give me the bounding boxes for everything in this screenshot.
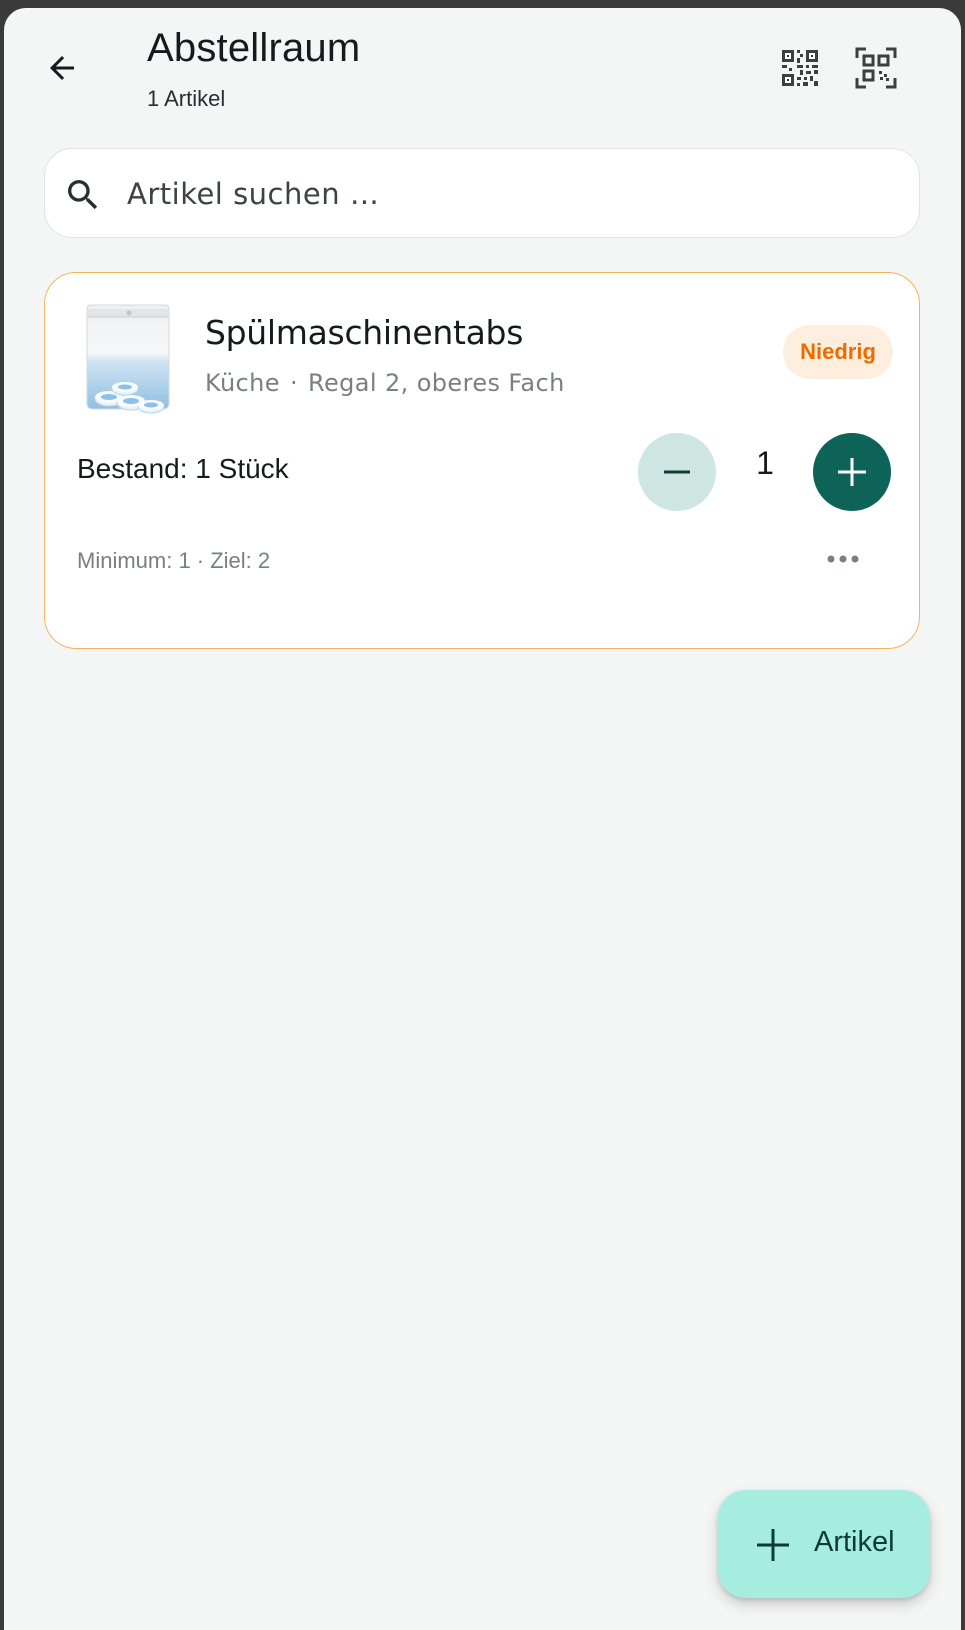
item-count: 1 Artikel xyxy=(147,86,226,111)
item-card[interactable]: Spülmaschinentabs Küche · Regal 2, oberes … xyxy=(44,272,920,649)
minus-icon xyxy=(664,470,690,474)
more-horiz-icon xyxy=(827,555,859,563)
plus-icon xyxy=(757,1529,789,1561)
qr-scan-icon xyxy=(855,47,897,89)
more-options-button[interactable] xyxy=(821,541,865,577)
stock-label: Bestand: 1 Stück xyxy=(77,453,289,484)
back-button[interactable] xyxy=(38,44,86,92)
arrow-left-icon xyxy=(50,56,74,80)
product-location: Küche · Regal 2, oberes Fach xyxy=(205,369,565,397)
product-image xyxy=(86,304,170,414)
location-place: Regal 2, oberes Fach xyxy=(307,369,565,397)
qr-code-button[interactable] xyxy=(776,44,824,92)
quantity-value: 1 xyxy=(756,445,774,481)
search-input[interactable] xyxy=(125,167,889,221)
location-room: Küche xyxy=(205,369,280,397)
page-title: Abstellraum xyxy=(147,26,361,70)
app-screen: Abstellraum 1 Artikel Artikel suchen … S… xyxy=(4,8,961,1630)
decrease-button[interactable] xyxy=(638,433,716,511)
qr-scan-button[interactable] xyxy=(852,44,900,92)
plus-icon xyxy=(838,458,866,486)
add-item-button[interactable]: Artikel xyxy=(718,1490,930,1598)
min-target-info: Minimum: 1 · Ziel: 2 xyxy=(77,548,271,573)
search-icon xyxy=(68,180,98,210)
location-separator: · xyxy=(289,369,298,397)
status-badge: Niedrig xyxy=(783,325,893,379)
increase-button[interactable] xyxy=(813,433,891,511)
search-bar xyxy=(44,148,920,238)
add-item-label: Artikel xyxy=(814,1526,895,1558)
qr-code-icon xyxy=(782,50,818,86)
product-name: Spülmaschinentabs xyxy=(205,313,524,352)
